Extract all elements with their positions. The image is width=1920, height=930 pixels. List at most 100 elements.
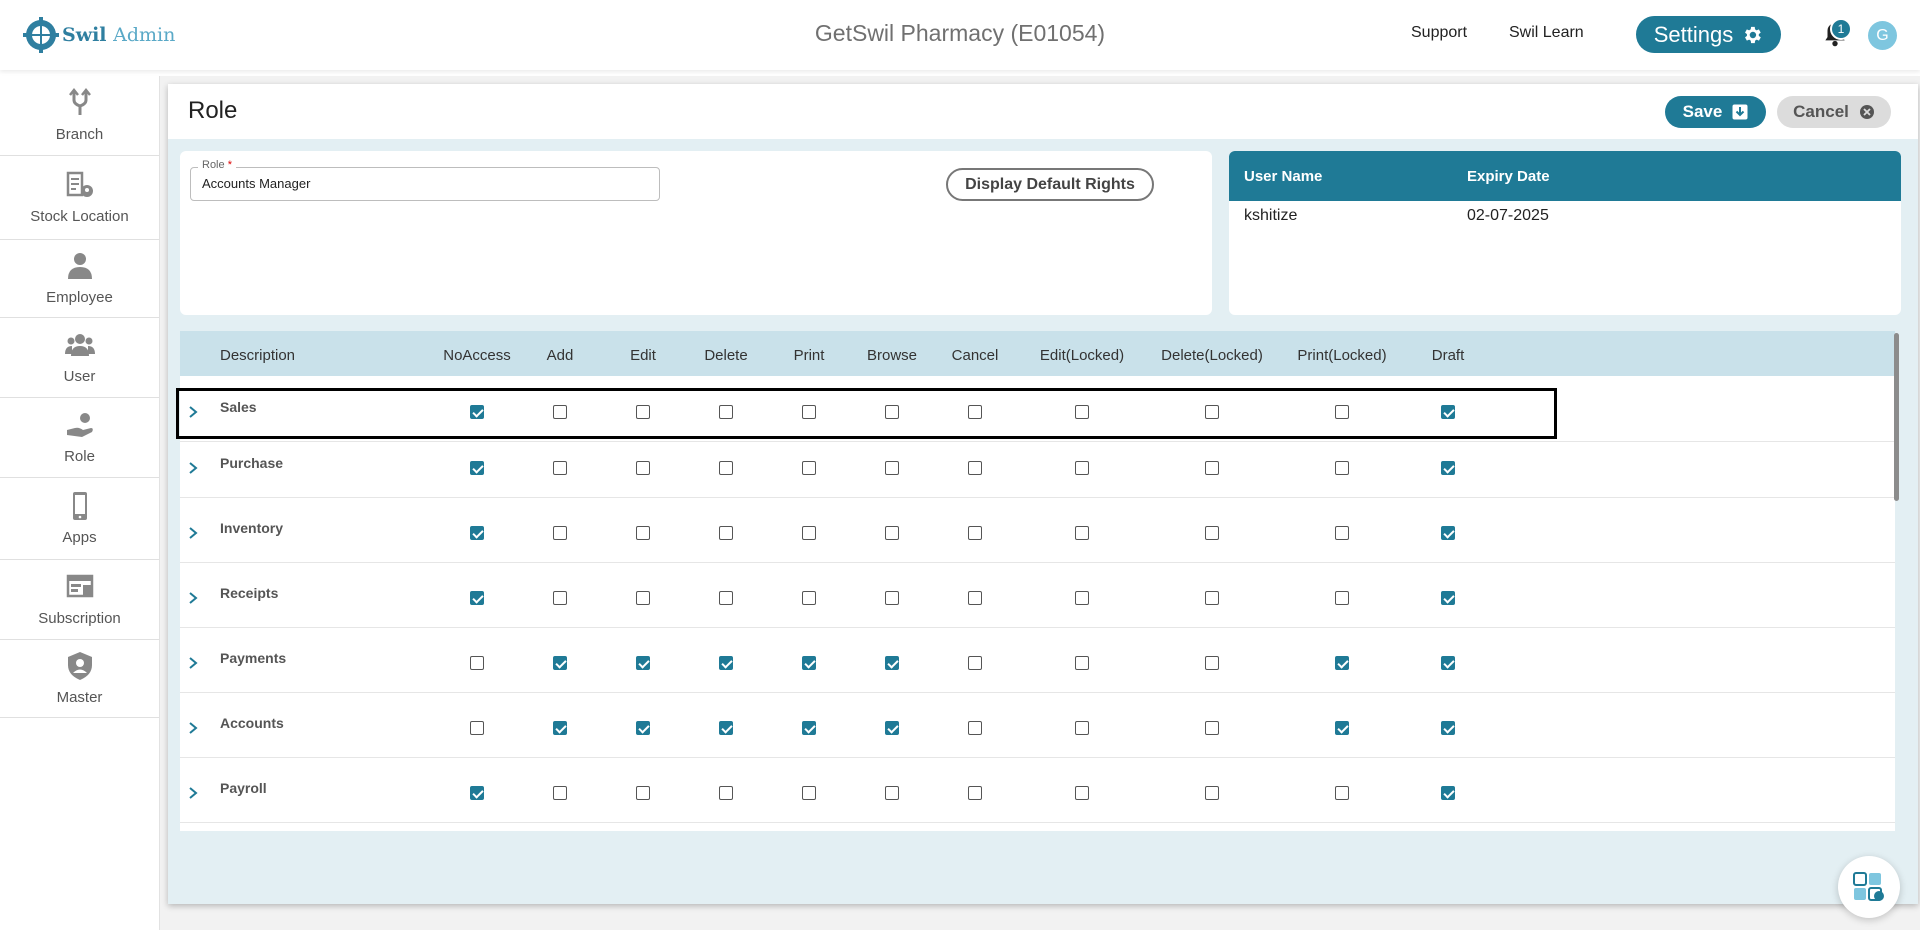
cancel-button[interactable]: Cancel	[1777, 96, 1891, 128]
checkbox-cancel[interactable]	[968, 405, 982, 419]
checkbox-edit-locked[interactable]	[1075, 656, 1089, 670]
checkbox-add[interactable]	[553, 656, 567, 670]
checkbox-noaccess[interactable]	[470, 786, 484, 800]
role-input[interactable]	[202, 176, 642, 191]
checkbox-draft[interactable]	[1441, 591, 1455, 605]
checkbox-edit[interactable]	[636, 405, 650, 419]
sidebar-item-master[interactable]: Master	[0, 640, 159, 718]
user-name-cell[interactable]: kshitize	[1244, 207, 1297, 225]
checkbox-noaccess[interactable]	[470, 405, 484, 419]
checkbox-print-locked[interactable]	[1335, 591, 1349, 605]
checkbox-draft[interactable]	[1441, 405, 1455, 419]
checkbox-cancel[interactable]	[968, 591, 982, 605]
checkbox-edit-locked[interactable]	[1075, 405, 1089, 419]
checkbox-delete-locked[interactable]	[1205, 526, 1219, 540]
swil-learn-link[interactable]: Swil Learn	[1509, 24, 1584, 42]
chevron-right-icon[interactable]	[186, 405, 200, 419]
sidebar-item-user[interactable]: User	[0, 318, 159, 398]
checkbox-browse[interactable]	[885, 721, 899, 735]
chevron-right-icon[interactable]	[186, 591, 200, 605]
checkbox-delete-locked[interactable]	[1205, 656, 1219, 670]
checkbox-cancel[interactable]	[968, 656, 982, 670]
checkbox-noaccess[interactable]	[470, 526, 484, 540]
checkbox-print-locked[interactable]	[1335, 721, 1349, 735]
chevron-right-icon[interactable]	[186, 526, 200, 540]
checkbox-delete-locked[interactable]	[1205, 721, 1219, 735]
checkbox-edit-locked[interactable]	[1075, 721, 1089, 735]
display-default-rights-button[interactable]: Display Default Rights	[946, 168, 1154, 201]
checkbox-add[interactable]	[553, 461, 567, 475]
support-link[interactable]: Support	[1411, 24, 1467, 42]
help-assistant-button[interactable]	[1838, 856, 1900, 918]
checkbox-print-locked[interactable]	[1335, 526, 1349, 540]
checkbox-add[interactable]	[553, 591, 567, 605]
checkbox-draft[interactable]	[1441, 526, 1455, 540]
checkbox-edit[interactable]	[636, 656, 650, 670]
checkbox-browse[interactable]	[885, 461, 899, 475]
chevron-right-icon[interactable]	[186, 721, 200, 735]
checkbox-browse[interactable]	[885, 591, 899, 605]
checkbox-delete[interactable]	[719, 786, 733, 800]
checkbox-cancel[interactable]	[968, 721, 982, 735]
checkbox-delete-locked[interactable]	[1205, 591, 1219, 605]
checkbox-print[interactable]	[802, 786, 816, 800]
checkbox-delete-locked[interactable]	[1205, 405, 1219, 419]
sidebar-item-branch[interactable]: Branch	[0, 76, 159, 156]
checkbox-edit-locked[interactable]	[1075, 786, 1089, 800]
checkbox-print[interactable]	[802, 526, 816, 540]
checkbox-print-locked[interactable]	[1335, 461, 1349, 475]
chevron-right-icon[interactable]	[186, 461, 200, 475]
checkbox-delete[interactable]	[719, 526, 733, 540]
checkbox-delete[interactable]	[719, 461, 733, 475]
checkbox-print-locked[interactable]	[1335, 405, 1349, 419]
checkbox-noaccess[interactable]	[470, 461, 484, 475]
checkbox-edit[interactable]	[636, 461, 650, 475]
checkbox-add[interactable]	[553, 526, 567, 540]
checkbox-noaccess[interactable]	[470, 721, 484, 735]
sidebar-item-subscription[interactable]: Subscription	[0, 560, 159, 640]
checkbox-delete[interactable]	[719, 405, 733, 419]
checkbox-noaccess[interactable]	[470, 656, 484, 670]
checkbox-browse[interactable]	[885, 405, 899, 419]
save-button[interactable]: Save	[1665, 96, 1766, 128]
checkbox-add[interactable]	[553, 786, 567, 800]
checkbox-cancel[interactable]	[968, 786, 982, 800]
sidebar-item-apps[interactable]: Apps	[0, 478, 159, 560]
sidebar-item-stock-location[interactable]: Stock Location	[0, 156, 159, 240]
checkbox-delete[interactable]	[719, 656, 733, 670]
checkbox-edit-locked[interactable]	[1075, 461, 1089, 475]
checkbox-cancel[interactable]	[968, 526, 982, 540]
checkbox-noaccess[interactable]	[470, 591, 484, 605]
checkbox-print-locked[interactable]	[1335, 786, 1349, 800]
checkbox-add[interactable]	[553, 405, 567, 419]
checkbox-edit[interactable]	[636, 786, 650, 800]
checkbox-delete-locked[interactable]	[1205, 786, 1219, 800]
checkbox-cancel[interactable]	[968, 461, 982, 475]
settings-button[interactable]: Settings	[1636, 16, 1781, 53]
chevron-right-icon[interactable]	[186, 786, 200, 800]
checkbox-edit[interactable]	[636, 721, 650, 735]
checkbox-delete[interactable]	[719, 591, 733, 605]
checkbox-draft[interactable]	[1441, 721, 1455, 735]
checkbox-edit-locked[interactable]	[1075, 526, 1089, 540]
checkbox-print[interactable]	[802, 656, 816, 670]
checkbox-draft[interactable]	[1441, 786, 1455, 800]
checkbox-delete[interactable]	[719, 721, 733, 735]
sidebar-item-role[interactable]: Role	[0, 398, 159, 478]
avatar[interactable]: G	[1868, 21, 1897, 50]
checkbox-edit-locked[interactable]	[1075, 591, 1089, 605]
checkbox-browse[interactable]	[885, 786, 899, 800]
swil-admin-logo[interactable]: Swil Admin	[22, 16, 175, 54]
checkbox-print[interactable]	[802, 591, 816, 605]
checkbox-print[interactable]	[802, 721, 816, 735]
checkbox-print-locked[interactable]	[1335, 656, 1349, 670]
checkbox-browse[interactable]	[885, 526, 899, 540]
checkbox-print[interactable]	[802, 405, 816, 419]
sidebar-item-employee[interactable]: Employee	[0, 240, 159, 318]
checkbox-print[interactable]	[802, 461, 816, 475]
checkbox-edit[interactable]	[636, 526, 650, 540]
checkbox-delete-locked[interactable]	[1205, 461, 1219, 475]
checkbox-draft[interactable]	[1441, 461, 1455, 475]
chevron-right-icon[interactable]	[186, 656, 200, 670]
checkbox-draft[interactable]	[1441, 656, 1455, 670]
